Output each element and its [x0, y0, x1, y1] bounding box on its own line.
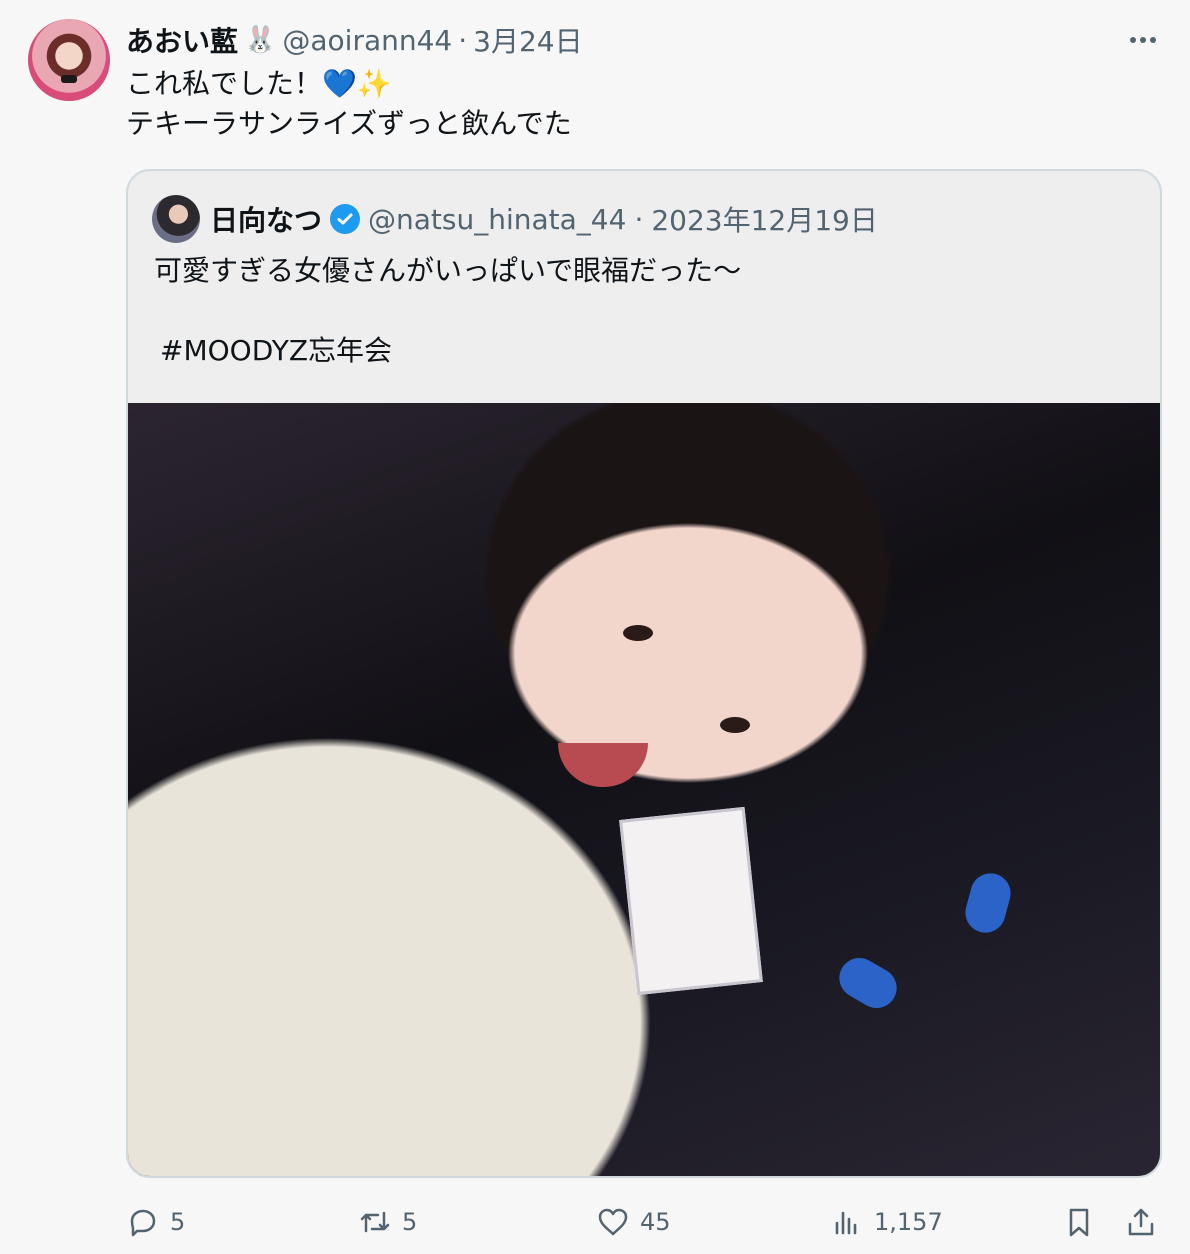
more-icon[interactable] — [1126, 26, 1160, 54]
photo-smile — [558, 743, 648, 787]
tweet-header: あおい藍 🐰 @aoirann44 · 3月24日 — [126, 20, 583, 60]
reply-count: 5 — [170, 1208, 186, 1236]
quoted-tweet-date[interactable]: 2023年12月19日 — [651, 199, 878, 239]
quoted-tweet[interactable]: 日向なつ @natsu_hinata_44 · 2023年12月19日 可愛すぎ… — [126, 169, 1162, 1178]
reply-button[interactable]: 5 — [126, 1200, 185, 1244]
quoted-tweet-text: 可愛すぎる女優さんがいっぱいで眼福だった〜 #MOODYZ忘年会 — [154, 251, 741, 371]
tweet-text-line1: これ私でした！💙✨ — [126, 64, 572, 104]
quoted-author-handle[interactable]: @natsu_hinata_44 — [368, 203, 626, 236]
bookmark-button[interactable] — [1062, 1200, 1096, 1244]
reply-icon — [130, 1209, 156, 1237]
separator-dot: · — [458, 23, 468, 57]
retweet-count: 5 — [402, 1208, 418, 1236]
like-button[interactable]: 45 — [596, 1200, 671, 1244]
sparkles-emoji: ✨ — [356, 67, 392, 100]
retweet-icon — [360, 1211, 390, 1233]
heart-icon — [598, 1208, 628, 1236]
blue-heart-emoji: 💙 — [322, 67, 357, 100]
quoted-tweet-header: 日向なつ @natsu_hinata_44 · 2023年12月19日 — [210, 199, 878, 239]
verified-icon — [330, 204, 361, 234]
tweet-actions: 5 5 45 1,157 — [126, 1200, 1166, 1244]
photo-nail — [832, 950, 904, 1016]
author-avatar[interactable] — [28, 19, 110, 101]
tweet-text-line2: テキーラサンライズずっと飲んでた — [126, 107, 572, 140]
quoted-author-avatar[interactable] — [152, 195, 200, 243]
views-button[interactable]: 1,157 — [830, 1200, 943, 1244]
more-dot — [1130, 37, 1136, 43]
more-dot — [1140, 37, 1146, 43]
share-icon — [1128, 1208, 1154, 1236]
tweet-text: これ私でした！💙✨ テキーラサンライズずっと飲んでた — [126, 64, 572, 144]
views-icon — [835, 1211, 857, 1235]
quoted-author-name[interactable]: 日向なつ — [210, 199, 322, 239]
quoted-tweet-photo[interactable] — [128, 403, 1160, 1176]
like-count: 45 — [640, 1208, 671, 1236]
retweet-button[interactable]: 5 — [358, 1200, 417, 1244]
bookmark-icon — [1069, 1208, 1089, 1237]
photo-name-card — [619, 806, 763, 996]
rabbit-emoji: 🐰 — [244, 25, 277, 55]
photo-nail — [960, 868, 1016, 938]
hashtag-link[interactable]: #MOODYZ忘年会 — [154, 331, 741, 371]
photo-eye-left — [623, 625, 653, 641]
more-dot — [1150, 37, 1156, 43]
author-name[interactable]: あおい藍 — [126, 20, 238, 60]
views-count: 1,157 — [874, 1208, 943, 1236]
check-icon — [337, 213, 353, 225]
share-button[interactable] — [1124, 1200, 1158, 1244]
author-handle[interactable]: @aoirann44 — [282, 24, 452, 57]
separator-dot: · — [634, 202, 644, 236]
tweet-text-content: これ私でした！ — [126, 67, 323, 100]
quoted-text-line1: 可愛すぎる女優さんがいっぱいで眼福だった〜 — [154, 254, 742, 287]
photo-eye-right — [720, 717, 750, 733]
avatar-bow — [61, 75, 77, 83]
tweet-date[interactable]: 3月24日 — [473, 20, 582, 60]
